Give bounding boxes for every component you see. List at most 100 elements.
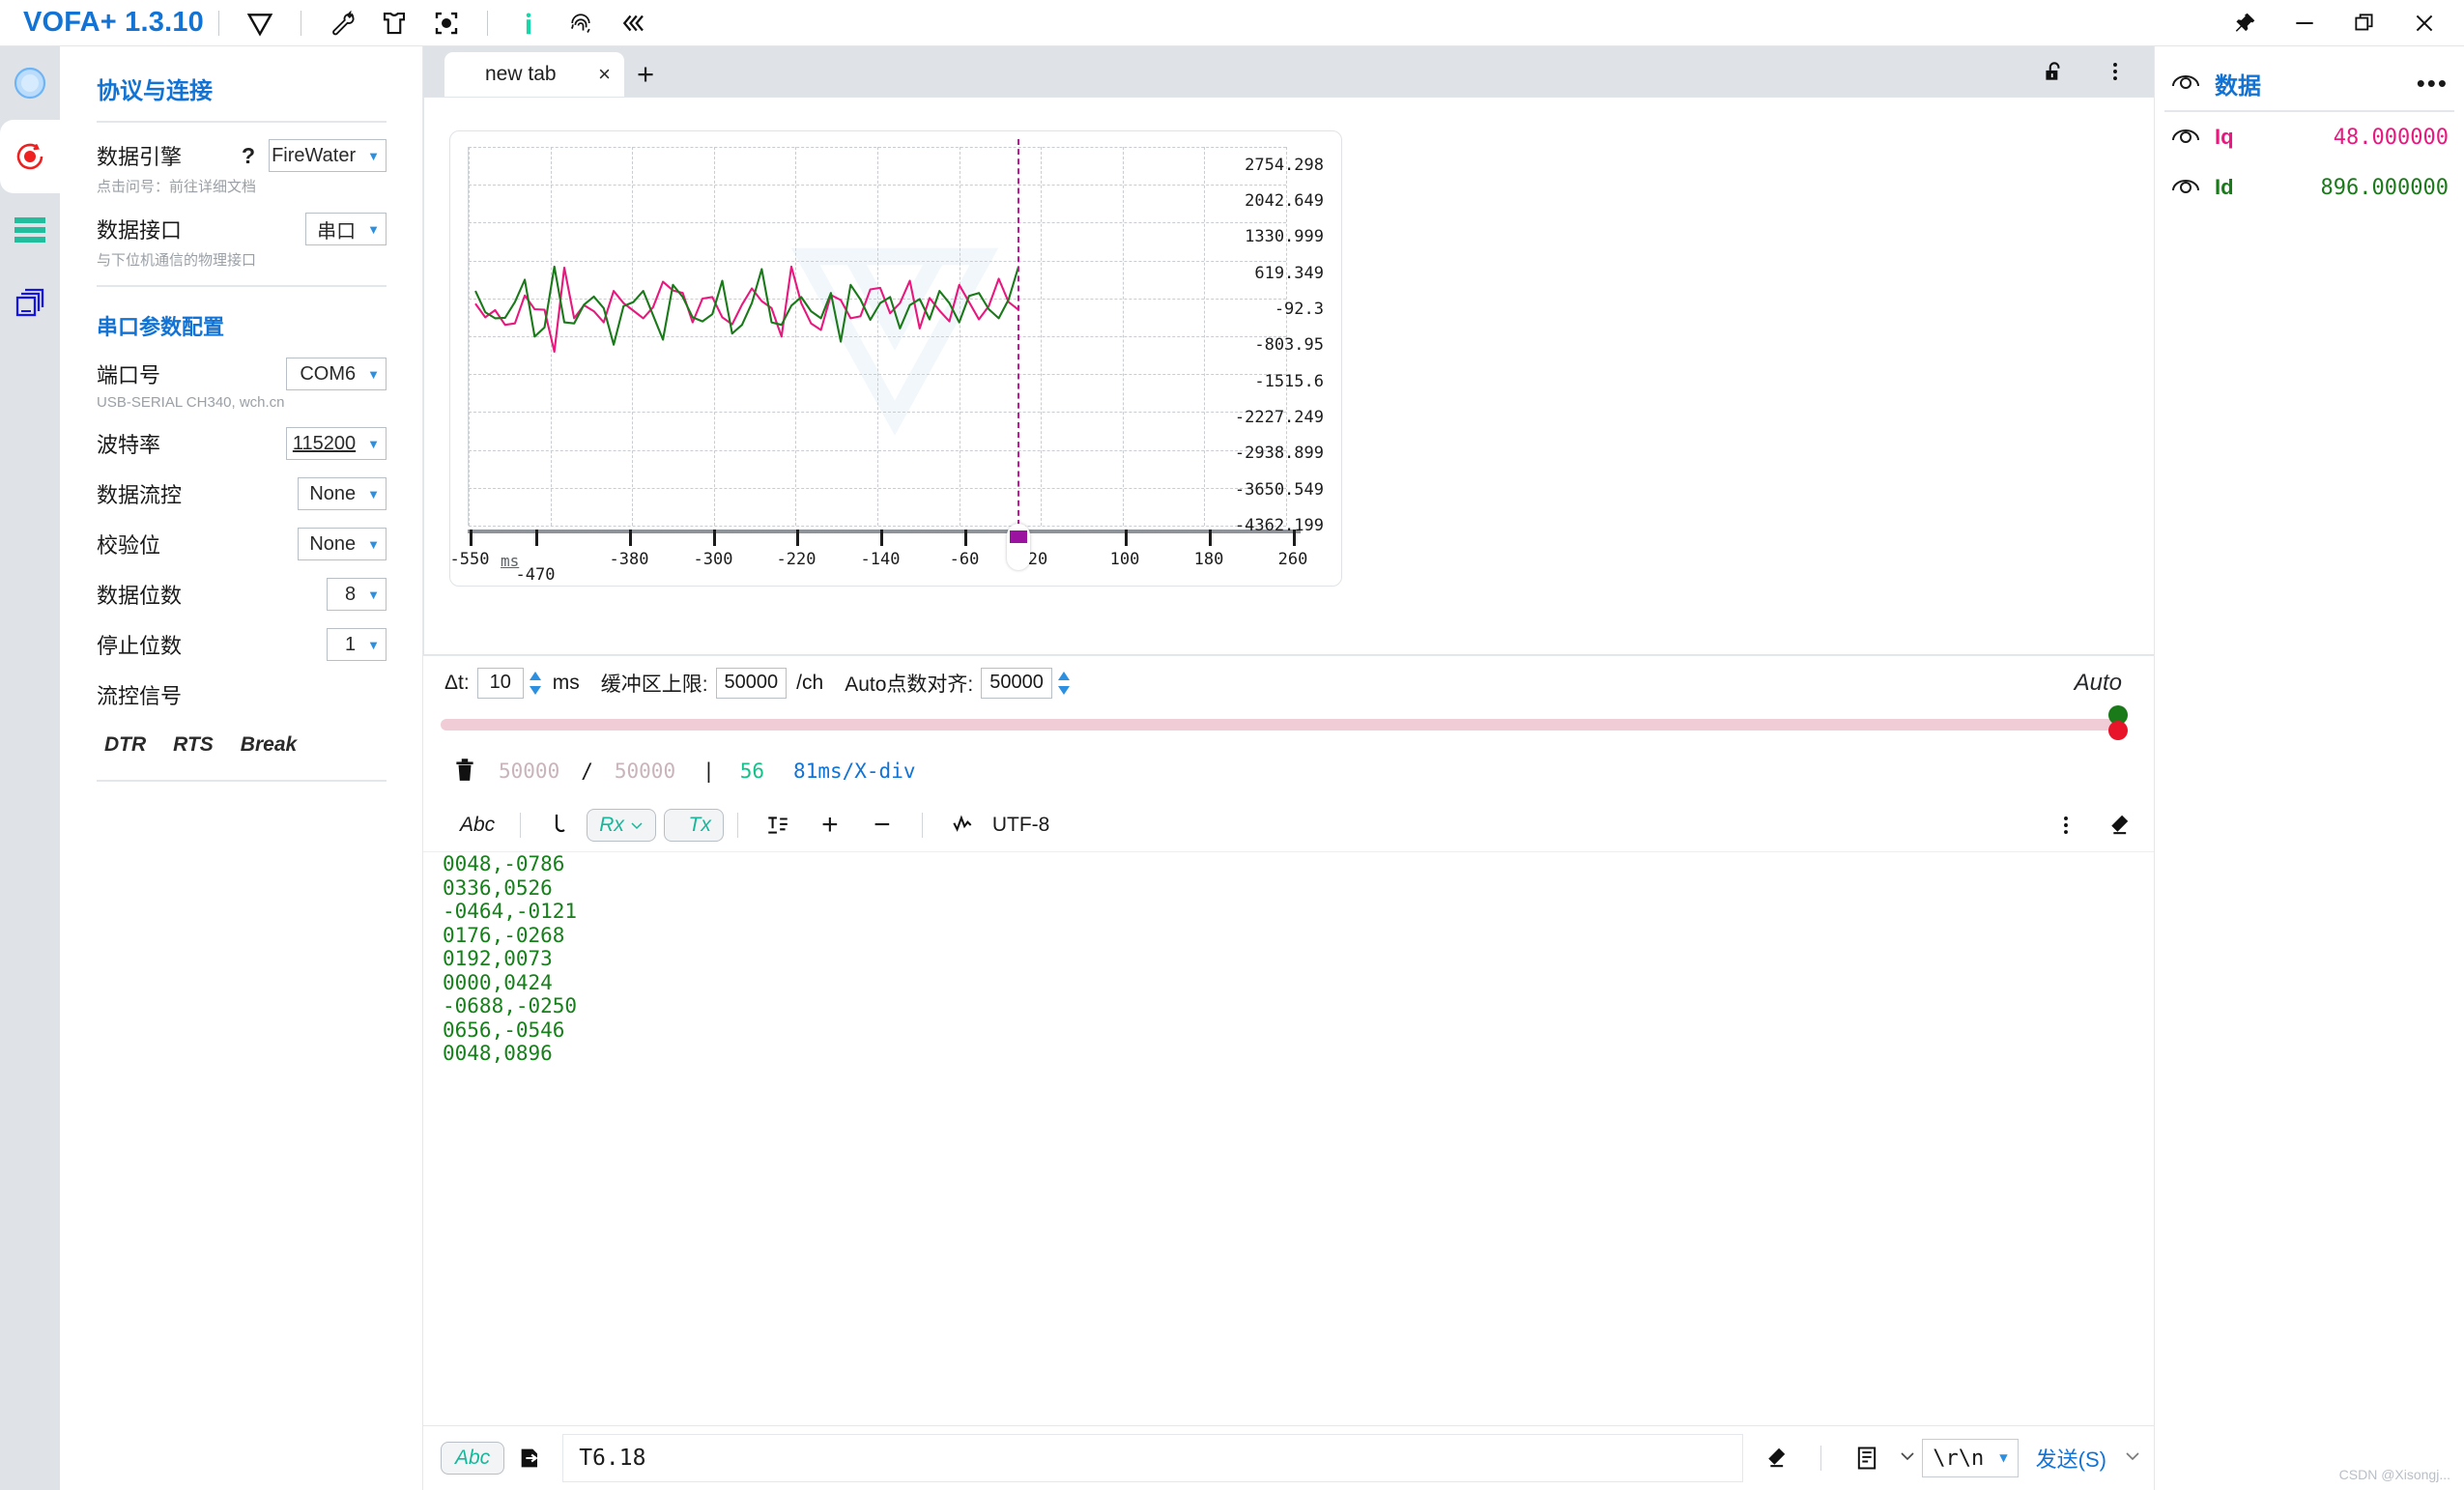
hook-icon[interactable] (541, 806, 580, 845)
close-icon[interactable]: × (598, 62, 611, 87)
divider (2154, 46, 2155, 1490)
send-format-button[interactable]: Abc (441, 1442, 505, 1475)
x-axis-tick-label: -550 (449, 550, 490, 569)
maximize-icon[interactable] (2335, 0, 2394, 46)
trash-icon[interactable] (452, 756, 477, 788)
add-tab-button[interactable]: + (624, 52, 667, 97)
encoding-label[interactable]: UTF-8 (992, 814, 1050, 837)
timebase-label: 81ms/X-div (793, 759, 916, 783)
tab-new-tab[interactable]: new tab × (444, 52, 624, 97)
eye-icon[interactable] (2170, 123, 2201, 153)
tab-strip-actions (2027, 46, 2155, 97)
flow-label: 数据流控 (97, 483, 183, 507)
waveform-icon[interactable] (943, 806, 982, 845)
send-input-value: T6.18 (579, 1446, 646, 1471)
cursor-handle[interactable] (1007, 524, 1030, 570)
buffer-label: 缓冲区上限: (600, 673, 708, 696)
x-axis-tick-label: -60 (949, 550, 980, 569)
dt-field: Δt: 10 ms (444, 667, 580, 699)
terminal-line: -0464,-0121 (443, 900, 578, 923)
data-engine-select[interactable]: FireWater ▼ (269, 139, 387, 172)
port-hint: USB-SERIAL CH340, wch.cn (97, 394, 285, 411)
tx-toggle[interactable]: Tx (663, 808, 724, 842)
data-row-name: Iq (2215, 125, 2234, 149)
flow-row: 数据流控 None ▼ (97, 476, 387, 511)
data-engine-label: 数据引擎 (97, 145, 183, 169)
plot-card[interactable]: -550-470-380-300-220-140-60020100180260 … (449, 130, 1342, 587)
send-button[interactable]: 发送(S) (2024, 1437, 2118, 1479)
eraser-icon[interactable] (1756, 1439, 1794, 1477)
data-row-iq[interactable]: Iq 48.000000 (2155, 112, 2464, 162)
target-icon[interactable] (427, 4, 466, 43)
chevron-down-icon: ▼ (1999, 1450, 2008, 1466)
eye-icon[interactable] (2170, 173, 2201, 203)
eye-icon[interactable] (2170, 69, 2201, 99)
flow-select[interactable]: None ▼ (298, 477, 387, 510)
text-wrap-icon[interactable] (759, 806, 797, 845)
pin-icon[interactable] (2215, 0, 2275, 46)
history-icon[interactable] (1848, 1439, 1886, 1477)
kebab-menu-icon[interactable] (2047, 806, 2085, 845)
fingerprint-icon[interactable] (561, 4, 600, 43)
decrease-font-button[interactable]: − (863, 806, 902, 845)
unlock-icon[interactable] (2034, 52, 2073, 91)
y-axis-tick-label: -803.95 (1254, 335, 1324, 356)
sidebar-item-record[interactable] (0, 120, 60, 193)
auto-label[interactable]: Auto (2075, 670, 2122, 697)
dtr-button[interactable]: DTR (104, 733, 146, 757)
dt-input[interactable]: 10 (476, 667, 524, 699)
abc-format-button[interactable]: Abc (448, 810, 506, 841)
send-bar: Abc T6.18 \r\n ▼ 发送(S) (423, 1425, 2155, 1490)
sidebar-item-channels[interactable] (0, 193, 60, 267)
minimize-icon[interactable] (2275, 0, 2335, 46)
sidebar-item-connect[interactable] (0, 46, 60, 120)
chevron-down-icon (631, 821, 643, 829)
shirt-icon[interactable] (375, 4, 414, 43)
buffer-input[interactable]: 50000 (715, 667, 788, 699)
kebab-menu-icon[interactable] (2096, 52, 2135, 91)
close-icon[interactable] (2394, 0, 2454, 46)
data-engine-help-icon[interactable]: ? (242, 143, 255, 169)
eraser-icon[interactable] (2099, 806, 2137, 845)
data-row-id[interactable]: Id 896.000000 (2155, 162, 2464, 213)
wrench-icon[interactable] (323, 4, 361, 43)
logo-v-icon[interactable] (241, 4, 279, 43)
collapse-left-icon[interactable] (614, 4, 652, 43)
dt-stepper[interactable] (528, 669, 543, 698)
x-axis-tick (629, 530, 632, 546)
data-panel-menu-icon[interactable]: ••• (2417, 69, 2449, 99)
parity-row: 校验位 None ▼ (97, 527, 387, 561)
data-interface-hint: 与下位机通信的物理接口 (97, 252, 257, 269)
stopbits-select[interactable]: 1 ▼ (327, 628, 387, 661)
align-stepper[interactable] (1056, 669, 1072, 698)
info-icon[interactable] (509, 4, 548, 43)
newline-select[interactable]: \r\n ▼ (1922, 1439, 2019, 1477)
history-chevron-down-icon[interactable] (1899, 1447, 1916, 1470)
parity-select[interactable]: None ▼ (298, 528, 387, 560)
databits-select[interactable]: 8 ▼ (327, 578, 387, 611)
cursor-line[interactable] (1017, 139, 1019, 526)
data-interface-row: 数据接口 串口 ▼ (97, 212, 387, 246)
data-interface-select[interactable]: 串口 ▼ (305, 213, 387, 245)
increase-font-button[interactable]: + (811, 806, 849, 845)
break-button[interactable]: Break (241, 733, 297, 757)
rx-toggle[interactable]: Rx (587, 808, 656, 842)
series-knob-iq[interactable] (2108, 721, 2128, 740)
send-input[interactable]: T6.18 (562, 1434, 1744, 1482)
terminal-output[interactable]: 0048,-0786 0336,0526 -0464,-0121 0176,-0268… (423, 852, 2155, 1444)
buffer-slash: / (581, 759, 593, 783)
x-axis-unit: ms (501, 552, 520, 570)
plot-area[interactable]: -550-470-380-300-220-140-60020100180260 … (450, 139, 1330, 585)
port-select[interactable]: COM6 ▼ (286, 358, 387, 390)
send-options-chevron-down-icon[interactable] (2124, 1447, 2141, 1470)
terminal-line: 0048,-0786 (443, 852, 565, 875)
align-input[interactable]: 50000 (981, 667, 1052, 699)
buffer-progress-bar[interactable] (441, 705, 2128, 740)
file-send-icon[interactable] (511, 1439, 550, 1477)
rts-button[interactable]: RTS (173, 733, 214, 757)
sidebar-item-widgets[interactable] (0, 267, 60, 340)
chevron-down-icon: ▼ (367, 221, 380, 237)
buffer-total: 50000 (614, 759, 676, 783)
baud-select[interactable]: 115200 ▼ (286, 427, 387, 460)
buffer-unit: /ch (796, 671, 824, 694)
